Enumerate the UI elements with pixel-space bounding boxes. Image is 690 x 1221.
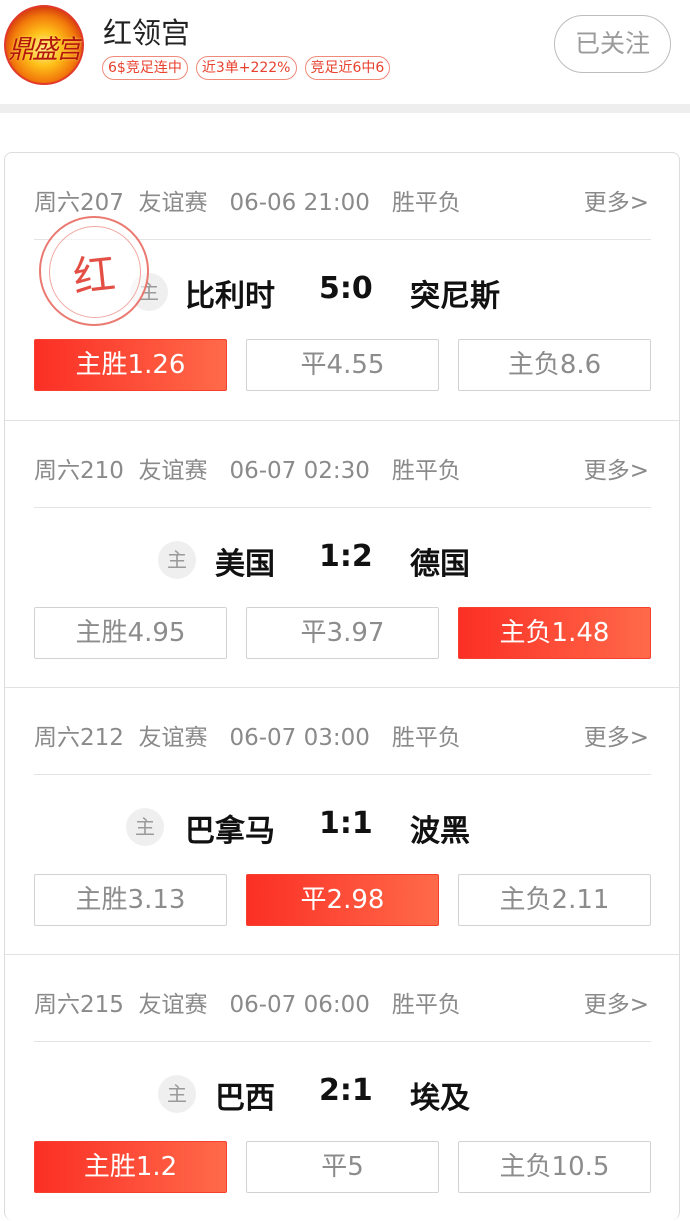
match-meta: 周六210 友谊赛 06-07 02:30 胜平负 [34, 458, 461, 484]
match-item: 周六210 友谊赛 06-07 02:30 胜平负 更多> 主 美国 1:2 德… [5, 420, 679, 687]
more-link[interactable]: 更多> [584, 985, 649, 1019]
odds-draw[interactable]: 平2.98 [246, 874, 439, 926]
match-score: 1:1 [319, 806, 373, 841]
odds-row: 主胜1.26 平4.55 主负8.6 [34, 339, 651, 391]
match-meta: 周六212 友谊赛 06-07 03:00 胜平负 [34, 725, 461, 751]
odds-home-win[interactable]: 主胜3.13 [34, 874, 227, 926]
avatar-logo-text: 鼎盛宫 [7, 35, 82, 65]
odds-home-win[interactable]: 主胜1.26 [34, 339, 227, 391]
tag-streak: 6$竞足连中 [102, 56, 188, 80]
odds-home-loss[interactable]: 主负2.11 [458, 874, 651, 926]
odds-home-loss[interactable]: 主负10.5 [458, 1141, 651, 1193]
more-link[interactable]: 更多> [584, 451, 649, 485]
odds-home-win[interactable]: 主胜1.2 [34, 1141, 227, 1193]
match-item: 周六215 友谊赛 06-07 06:00 胜平负 更多> 主 巴西 2:1 埃… [5, 954, 679, 1221]
tag-hit-rate: 竞足近6中6 [304, 56, 391, 80]
tag-return: 近3单+222% [195, 56, 297, 80]
match-teams: 主 巴拿马 1:1 波黑 [5, 806, 679, 850]
odds-draw[interactable]: 平3.97 [246, 607, 439, 659]
odds-row: 主胜4.95 平3.97 主负1.48 [34, 607, 651, 659]
expert-header: 鼎盛宫 红领宫 6$竞足连中 近3单+222% 竞足近6中6 已关注 [0, 0, 690, 104]
odds-home-loss[interactable]: 主负1.48 [458, 607, 651, 659]
section-divider [0, 104, 690, 113]
more-link[interactable]: 更多> [584, 718, 649, 752]
home-badge: 主 [158, 1075, 196, 1113]
matches-card: 周六207 友谊赛 06-06 21:00 胜平负 更多> 主 比利时 5:0 … [4, 152, 680, 1220]
match-score: 5:0 [319, 271, 373, 306]
match-meta: 周六207 友谊赛 06-06 21:00 胜平负 [34, 190, 461, 216]
odds-row: 主胜3.13 平2.98 主负2.11 [34, 874, 651, 926]
away-team: 德国 [410, 547, 470, 582]
match-meta: 周六215 友谊赛 06-07 06:00 胜平负 [34, 992, 461, 1018]
odds-draw[interactable]: 平4.55 [246, 339, 439, 391]
seal-text: 红 [70, 248, 118, 303]
home-team: 巴拿马 [185, 814, 275, 849]
expert-name: 红领宫 [103, 16, 191, 50]
avatar[interactable]: 鼎盛宫 [4, 5, 84, 85]
away-team: 波黑 [410, 814, 470, 849]
odds-draw[interactable]: 平5 [246, 1141, 439, 1193]
match-item: 周六212 友谊赛 06-07 03:00 胜平负 更多> 主 巴拿马 1:1 … [5, 687, 679, 954]
divider [34, 1041, 651, 1042]
match-item: 周六207 友谊赛 06-06 21:00 胜平负 更多> 主 比利时 5:0 … [5, 153, 679, 420]
follow-button[interactable]: 已关注 [554, 15, 671, 73]
expert-tags: 6$竞足连中 近3单+222% 竞足近6中6 [102, 56, 391, 80]
home-team: 比利时 [185, 279, 275, 314]
match-score: 1:2 [319, 539, 373, 574]
match-teams: 主 巴西 2:1 埃及 [5, 1073, 679, 1117]
home-badge: 主 [158, 541, 196, 579]
more-link[interactable]: 更多> [584, 183, 649, 217]
away-team: 埃及 [410, 1081, 470, 1116]
odds-home-loss[interactable]: 主负8.6 [458, 339, 651, 391]
divider [34, 507, 651, 508]
red-seal-stamp: 红 [39, 216, 149, 326]
odds-row: 主胜1.2 平5 主负10.5 [34, 1141, 651, 1193]
home-badge: 主 [126, 808, 164, 846]
home-team: 美国 [215, 547, 275, 582]
divider [34, 774, 651, 775]
match-teams: 主 美国 1:2 德国 [5, 539, 679, 583]
odds-home-win[interactable]: 主胜4.95 [34, 607, 227, 659]
away-team: 突尼斯 [410, 279, 500, 314]
match-score: 2:1 [319, 1073, 373, 1108]
home-team: 巴西 [215, 1081, 275, 1116]
